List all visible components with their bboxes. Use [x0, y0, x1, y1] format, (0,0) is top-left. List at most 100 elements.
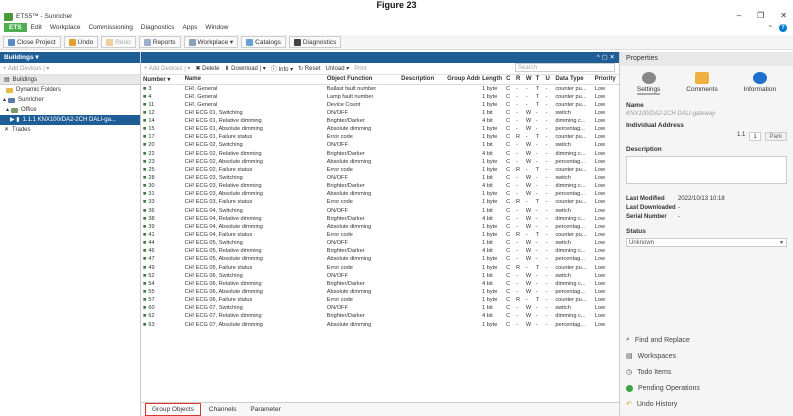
help-icon[interactable]: ? — [779, 23, 787, 32]
tree-item-sunricher[interactable]: ▴ Sunricher — [0, 95, 140, 105]
table-row[interactable]: ■ 55 CH! ECG 06, Absolute dimming Absolute … — [141, 288, 619, 296]
table-row[interactable]: ■ 41 CH! ECG 04, Failure status Error code 1… — [141, 231, 619, 239]
buildings-panel-title[interactable]: Buildings ▾ — [0, 52, 140, 63]
table-row[interactable]: ■ 17 CH! ECG 01, Failure status Error code 1… — [141, 133, 619, 141]
park-button[interactable]: Park — [764, 132, 787, 141]
tab-comments[interactable]: Comments — [686, 72, 718, 95]
table-row[interactable]: ■ 23 CH! ECG 02, Absolute dimming Absolute … — [141, 158, 619, 166]
table-row[interactable]: ■ 57 CH! ECG 06, Failure status Error code 1… — [141, 296, 619, 304]
undo-history-link[interactable]: ↶ Undo History — [626, 396, 700, 412]
download-action[interactable]: ⬇ Download | ▾ — [224, 65, 265, 72]
table-row[interactable]: ■ 25 CH! ECG 02, Failure status Error code 1… — [141, 166, 619, 174]
find-and-replace-link[interactable]: ⌕ Find and Replace — [626, 332, 700, 348]
tree-item-dynamic-folders[interactable]: Dynamic Folders — [0, 85, 140, 95]
workplace-button[interactable]: Workplace ▾ — [183, 36, 239, 48]
unload-action[interactable]: Unload ▾ — [326, 65, 350, 72]
column-header[interactable]: Description — [399, 75, 446, 85]
side-links: ⌕ Find and Replace ▤ Workspaces ◷ Todo Item… — [626, 332, 700, 412]
menu-diagnostics[interactable]: Diagnostics — [141, 24, 175, 31]
workspaces-link[interactable]: ▤ Workspaces — [626, 348, 700, 364]
close-window-button[interactable]: ✕ — [780, 11, 787, 20]
search-input[interactable]: Search — [515, 63, 615, 72]
column-header[interactable]: Group Address — [445, 75, 481, 85]
buildings-tree-header[interactable]: ▤ Buildings — [0, 75, 140, 85]
pending-operations-link[interactable]: Pending Operations — [626, 380, 700, 396]
column-header[interactable]: Object Function — [324, 75, 400, 85]
tree-item-trades[interactable]: ✕ Trades — [0, 125, 140, 135]
table-row[interactable]: ■ 3 CH!, General Ballast fault number 1 byte… — [141, 84, 619, 93]
table-row[interactable]: ■ 54 CH! ECG 06, Relative dimming Brighter/… — [141, 280, 619, 288]
table-row[interactable]: ■ 47 CH! ECG 05, Absolute dimming Absolute … — [141, 255, 619, 263]
delete-action[interactable]: ✖ Delete — [195, 65, 219, 72]
table-cell — [445, 304, 480, 312]
table-row[interactable]: ■ 20 CH! ECG 02, Switching ON/OFF 1 bit C - W - -… — [141, 141, 619, 149]
table-row[interactable]: ■ 62 CH! ECG 07, Relative dimming Brighter/… — [141, 312, 619, 320]
table-row[interactable]: ■ 63 CH! ECG 07, Absolute dimming Absolute … — [141, 320, 619, 328]
status-select[interactable]: Unknown — [626, 238, 787, 247]
table-row[interactable]: ■ 39 CH! ECG 04, Absolute dimming Absolute … — [141, 223, 619, 231]
tab-information[interactable]: Information — [744, 72, 776, 95]
tab-parameter[interactable]: Parameter — [244, 404, 286, 415]
table-cell: 1 byte — [482, 101, 498, 108]
close-project-button[interactable]: Close Project — [3, 36, 61, 48]
column-header[interactable]: Data Type — [553, 75, 593, 85]
print-action[interactable]: Print — [354, 66, 366, 72]
minimize-button[interactable]: – — [737, 11, 741, 20]
name-value[interactable]: KNX100/DA2-2CH DALI-gateway — [620, 111, 793, 117]
tree-item-device-dali-gateway[interactable]: ▶ ▮ 1.1.1 KNX100/DA2-2CH DALI-ga... — [0, 115, 140, 125]
table-row[interactable]: ■ 33 CH! ECG 03, Failure status Error code 1… — [141, 198, 619, 206]
column-header[interactable]: C — [504, 75, 514, 85]
table-row[interactable]: ■ 49 CH! ECG 05, Failure status Error code 1… — [141, 263, 619, 271]
column-header[interactable]: R — [513, 75, 524, 85]
column-header[interactable]: T — [533, 75, 544, 85]
add-devices-button[interactable]: + Add Devices | ▾ — [3, 65, 49, 72]
column-header[interactable]: Name — [182, 75, 325, 85]
info-action[interactable]: ⓘ Info ▾ — [271, 64, 293, 73]
menu-window[interactable]: Window — [205, 24, 228, 31]
table-row[interactable]: ■ 28 CH! ECG 03, Switching ON/OFF 1 bit C - W - -… — [141, 174, 619, 182]
tree-item-office[interactable]: ▴ Office — [0, 105, 140, 115]
table-row[interactable]: ■ 15 CH! ECG 01, Absolute dimming Absolute … — [141, 125, 619, 133]
redo-button[interactable]: Redo — [101, 36, 136, 48]
tab-settings[interactable]: Settings — [636, 72, 661, 95]
column-header[interactable]: Number ▾ — [141, 75, 183, 85]
table-row[interactable]: ■ 11 CH!, General Device Count 1 byte C - - T - co… — [141, 101, 619, 109]
reset-action[interactable]: ↻ Reset — [298, 65, 320, 72]
panel-controls[interactable]: ^ ▢ ✕ — [597, 52, 615, 63]
column-header[interactable]: Length — [480, 75, 505, 85]
table-row[interactable]: ■ 46 CH! ECG 05, Relative dimming Brighter/… — [141, 247, 619, 255]
table-row[interactable]: ■ 14 CH! ECG 01, Relative dimming Brighter/… — [141, 117, 619, 125]
maximize-button[interactable]: ❐ — [757, 11, 764, 20]
reports-button[interactable]: Reports — [138, 36, 181, 48]
menu-workplace[interactable]: Workplace — [50, 24, 81, 31]
column-header[interactable]: U — [543, 75, 554, 85]
menu-app-ets[interactable]: ETS — [4, 23, 27, 32]
collapse-ribbon-icon[interactable]: ⌃ — [768, 24, 773, 32]
description-input[interactable] — [626, 156, 787, 184]
menu-apps[interactable]: Apps — [183, 24, 198, 31]
column-header[interactable]: W — [523, 75, 534, 85]
tab-channels[interactable]: Channels — [203, 404, 242, 415]
table-row[interactable]: ■ 44 CH! ECG 05, Switching ON/OFF 1 bit C - W - -… — [141, 239, 619, 247]
table-row[interactable]: ■ 30 CH! ECG 03, Relative dimming Brighter/… — [141, 182, 619, 190]
table-row[interactable]: ■ 38 CH! ECG 04, Relative dimming Brighter/… — [141, 215, 619, 223]
table-row[interactable]: ■ 12 CH! ECG 01, Switching ON/OFF 1 bit C - W - -… — [141, 109, 619, 117]
menu-commissioning[interactable]: Commissioning — [88, 24, 132, 31]
column-header[interactable]: Priority — [592, 75, 619, 85]
table-row[interactable]: ■ 4 CH!, General Lamp fault number 1 byte C - -… — [141, 93, 619, 101]
add-devices-action[interactable]: + Add Devices | ▾ — [144, 65, 190, 72]
undo-button[interactable]: Undo — [63, 36, 99, 48]
detail-title-bar: ^ ▢ ✕ — [141, 52, 619, 63]
catalogs-button[interactable]: Catalogs — [241, 36, 286, 48]
table-row[interactable]: ■ 36 CH! ECG 04, Switching ON/OFF 1 bit C - W - -… — [141, 206, 619, 214]
table-row[interactable]: ■ 60 CH! ECG 07, Switching ON/OFF 1 bit C - W - -… — [141, 304, 619, 312]
table-row[interactable]: ■ 52 CH! ECG 06, Switching ON/OFF 1 bit C - W - -… — [141, 272, 619, 280]
diagnostics-button[interactable]: Diagnostics — [288, 36, 342, 48]
menu-edit[interactable]: Edit — [31, 24, 42, 31]
tab-group-objects[interactable]: Group Objects — [145, 403, 201, 416]
table-row[interactable]: ■ 22 CH! ECG 02, Relative dimming Brighter/… — [141, 149, 619, 157]
table-row[interactable]: ■ 31 CH! ECG 03, Absolute dimming Absolute … — [141, 190, 619, 198]
todo-items-link[interactable]: ◷ Todo Items — [626, 364, 700, 380]
table-cell — [445, 93, 480, 101]
address-input[interactable]: 1 — [749, 132, 761, 141]
